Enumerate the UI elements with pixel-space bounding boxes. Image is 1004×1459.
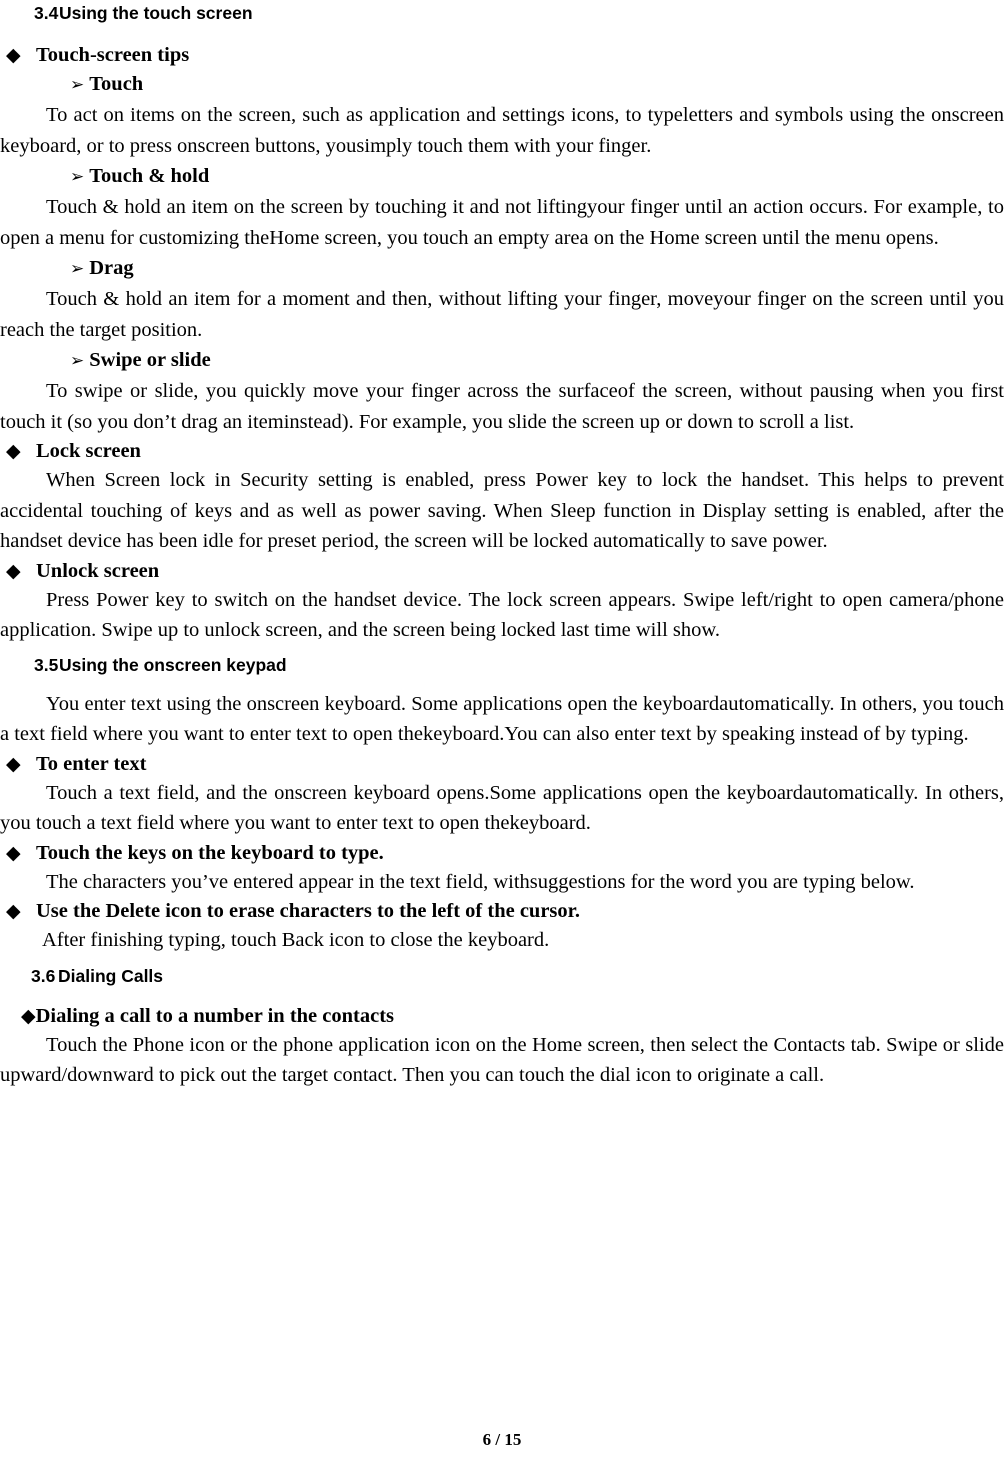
paragraph-touch-and-hold: Touch & hold an item on the screen by to… bbox=[0, 196, 1004, 249]
bullet-touch-screen-tips: ◆ Touch-screen tips bbox=[0, 41, 1004, 69]
diamond-bullet-icon: ◆ bbox=[6, 900, 21, 922]
arrow-bullet-icon: ➢ bbox=[70, 167, 85, 187]
bullet-label: Touch & hold bbox=[89, 165, 210, 187]
arrow-bullet-icon: ➢ bbox=[70, 75, 85, 95]
diamond-bullet-icon: ◆ bbox=[6, 559, 21, 582]
diamond-bullet-icon: ◆ bbox=[6, 841, 21, 864]
section-heading-3-6: 3.6 Dialing Calls bbox=[0, 963, 1004, 990]
bullet-lock-screen: ◆ Lock screen bbox=[0, 437, 1004, 465]
section-title: Using the onscreen keypad bbox=[59, 654, 287, 675]
section-number: 3.6 bbox=[31, 965, 56, 986]
paragraph-touch-keys-to-type: The characters you’ve entered appear in … bbox=[46, 870, 915, 893]
bullet-touch-keys-to-type: ◆ Touch the keys on the keyboard to type. bbox=[0, 839, 1004, 867]
bullet-touch: ➢ Touch bbox=[0, 69, 1004, 100]
document-page: 3.4Using the touch screen ◆ Touch-screen … bbox=[0, 0, 1004, 1459]
paragraph-lock-screen: When Screen lock in Security setting is … bbox=[0, 469, 1004, 552]
section-title: Using the touch screen bbox=[59, 3, 253, 23]
paragraph-touch: To act on items on the screen, such as a… bbox=[0, 104, 1004, 157]
paragraph-dialing-a-call: Touch the Phone icon or the phone applic… bbox=[0, 1033, 1004, 1087]
bullet-drag: ➢ Drag bbox=[0, 253, 1004, 284]
section-heading-3-4: 3.4Using the touch screen bbox=[0, 0, 1004, 27]
diamond-bullet-icon: ◆ bbox=[6, 752, 21, 775]
bullet-label: Touch-screen tips bbox=[36, 44, 190, 66]
bullet-unlock-screen: ◆ Unlock screen bbox=[0, 557, 1004, 585]
paragraph-after-finishing-typing: After finishing typing, touch Back icon … bbox=[42, 929, 550, 951]
paragraph-drag: Touch & hold an item for a moment and th… bbox=[0, 288, 1004, 341]
paragraph-to-enter-text: Touch a text field, and the onscreen key… bbox=[0, 781, 1004, 835]
section-heading-3-5: 3.5Using the onscreen keypad bbox=[0, 652, 1004, 679]
diamond-bullet-icon: ◆ bbox=[21, 1004, 36, 1027]
diamond-bullet-icon: ◆ bbox=[6, 440, 21, 462]
bullet-label: Touch bbox=[89, 73, 144, 95]
diamond-bullet-icon: ◆ bbox=[6, 44, 21, 66]
arrow-bullet-icon: ➢ bbox=[70, 259, 85, 279]
section-number: 3.5 bbox=[34, 654, 59, 675]
bullet-label: To enter text bbox=[36, 752, 147, 775]
paragraph-unlock-screen: Press Power key to switch on the handset… bbox=[0, 588, 1004, 642]
bullet-label: Lock screen bbox=[36, 440, 141, 462]
paragraph-swipe-or-slide: To swipe or slide, you quickly move your… bbox=[0, 380, 1004, 433]
paragraph-onscreen-keypad-intro: You enter text using the onscreen keyboa… bbox=[0, 692, 1004, 746]
bullet-label: Unlock screen bbox=[36, 559, 160, 582]
bullet-touch-and-hold: ➢ Touch & hold bbox=[0, 161, 1004, 192]
page-footer: 6 / 15 bbox=[0, 1429, 1004, 1451]
bullet-dialing-a-call: ◆Dialing a call to a number in the conta… bbox=[0, 1002, 1004, 1030]
bullet-swipe-or-slide: ➢ Swipe or slide bbox=[0, 345, 1004, 376]
bullet-label: Swipe or slide bbox=[89, 349, 211, 371]
page-number: 6 / 15 bbox=[482, 1430, 522, 1449]
bullet-to-enter-text: ◆ To enter text bbox=[0, 750, 1004, 778]
arrow-bullet-icon: ➢ bbox=[70, 351, 85, 371]
section-title: Dialing Calls bbox=[58, 965, 164, 986]
section-number: 3.4 bbox=[34, 3, 59, 23]
bullet-label: Drag bbox=[89, 257, 134, 279]
bullet-use-delete-icon: ◆ Use the Delete icon to erase characters… bbox=[0, 897, 1004, 925]
bullet-label: Dialing a call to a number in the contac… bbox=[35, 1004, 394, 1027]
bullet-label: Touch the keys on the keyboard to type. bbox=[36, 841, 384, 864]
bullet-label: Use the Delete icon to erase characters … bbox=[36, 900, 581, 922]
page-content: 3.4Using the touch screen ◆ Touch-screen … bbox=[0, 0, 1004, 1091]
